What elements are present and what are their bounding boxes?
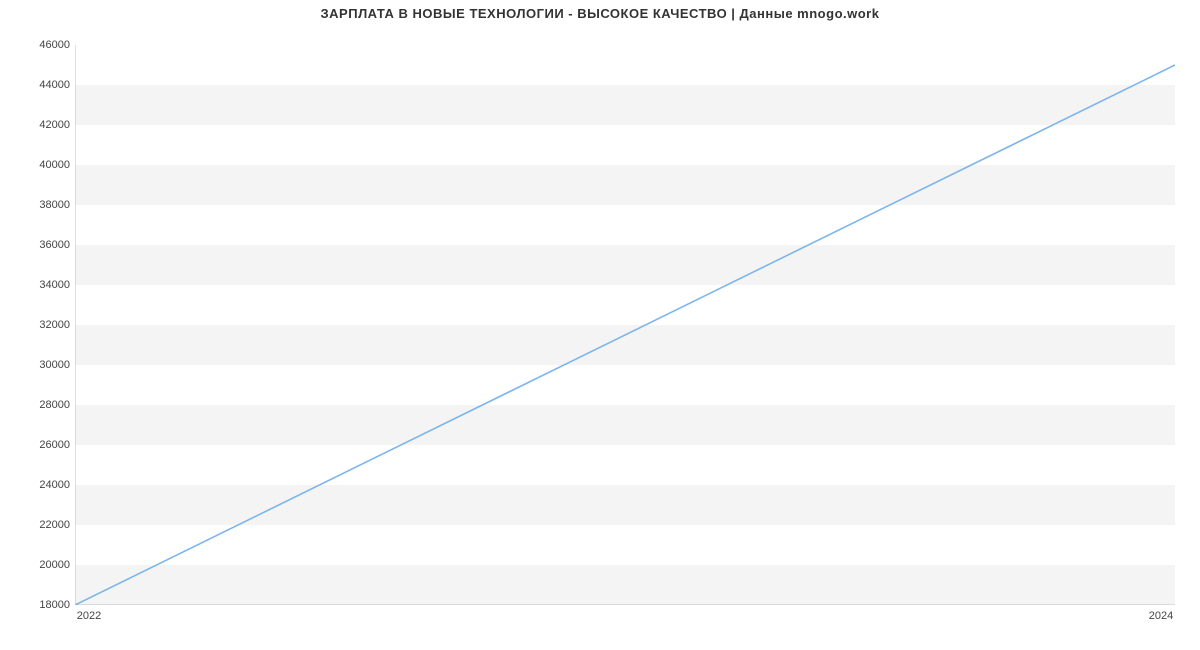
y-tick-label: 22000 — [10, 519, 70, 531]
y-tick-label: 36000 — [10, 239, 70, 251]
grid-band — [75, 325, 1175, 365]
grid-band — [75, 165, 1175, 205]
chart-container: ЗАРПЛАТА В НОВЫЕ ТЕХНОЛОГИИ - ВЫСОКОЕ КА… — [0, 0, 1200, 650]
y-tick-label: 42000 — [10, 119, 70, 131]
y-tick-label: 38000 — [10, 199, 70, 211]
grid-band — [75, 405, 1175, 445]
y-tick-label: 40000 — [10, 159, 70, 171]
grid-band — [75, 85, 1175, 125]
y-tick-label: 20000 — [10, 559, 70, 571]
chart-title: ЗАРПЛАТА В НОВЫЕ ТЕХНОЛОГИИ - ВЫСОКОЕ КА… — [0, 6, 1200, 21]
y-tick-label: 32000 — [10, 319, 70, 331]
y-tick-label: 30000 — [10, 359, 70, 371]
chart-svg — [75, 45, 1175, 605]
y-tick-label: 26000 — [10, 439, 70, 451]
y-tick-label: 28000 — [10, 399, 70, 411]
grid-band — [75, 485, 1175, 525]
y-tick-label: 34000 — [10, 279, 70, 291]
y-tick-label: 24000 — [10, 479, 70, 491]
y-tick-label: 44000 — [10, 79, 70, 91]
x-tick-label: 2022 — [77, 610, 101, 622]
plot-area — [75, 45, 1175, 605]
grid-band — [75, 565, 1175, 605]
x-tick-label: 2024 — [1149, 610, 1173, 622]
y-tick-label: 46000 — [10, 39, 70, 51]
grid-band — [75, 245, 1175, 285]
y-tick-label: 18000 — [10, 599, 70, 611]
